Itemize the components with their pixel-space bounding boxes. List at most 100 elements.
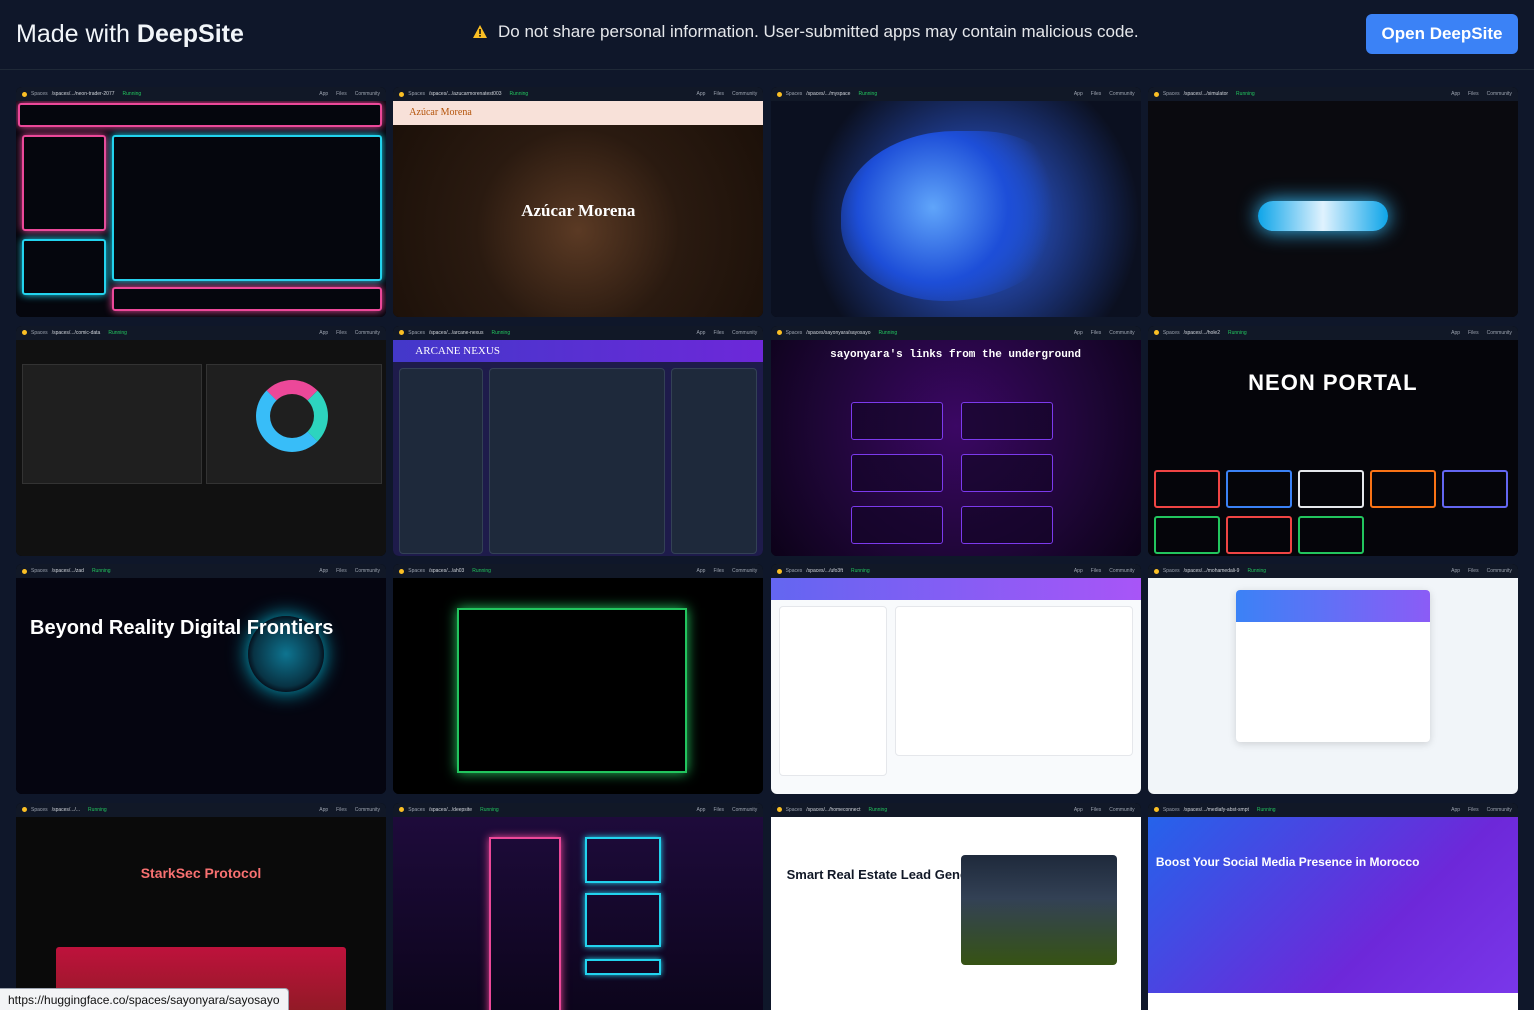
space-path[interactable]: /spaces/.../ufo3ft — [806, 568, 843, 574]
card-title: Boost Your Social Media Presence in Moro… — [1155, 854, 1420, 869]
tab-community[interactable]: Community — [732, 91, 757, 97]
tab-files[interactable]: Files — [1091, 91, 1102, 97]
tab-files[interactable]: Files — [1468, 807, 1479, 813]
tab-community[interactable]: Community — [1487, 91, 1512, 97]
tab-app[interactable]: App — [1074, 330, 1083, 336]
space-path[interactable]: /spaces/.../homeconnect — [806, 807, 860, 813]
tab-app[interactable]: App — [319, 91, 328, 97]
tab-app[interactable]: App — [697, 807, 706, 813]
tab-files[interactable]: Files — [1468, 91, 1479, 97]
tab-community[interactable]: Community — [1109, 568, 1134, 574]
space-preview: Beyond Reality Digital Frontiers — [16, 578, 386, 794]
tab-files[interactable]: Files — [713, 807, 724, 813]
tab-files[interactable]: Files — [1091, 568, 1102, 574]
spaces-label: Spaces — [408, 329, 425, 336]
space-path[interactable]: /spaces/.../mediafy-abst-smpt — [1184, 807, 1249, 813]
warning-icon — [473, 25, 487, 38]
space-card[interactable]: Spaces /spaces/.../azucarmorenatest003 R… — [393, 87, 764, 317]
tab-community[interactable]: Community — [1487, 807, 1512, 813]
tab-app[interactable]: App — [1074, 807, 1083, 813]
running-badge: Running — [878, 329, 898, 336]
tab-community[interactable]: Community — [355, 91, 380, 97]
hf-logo-icon — [776, 330, 782, 335]
tab-files[interactable]: Files — [1468, 330, 1479, 336]
space-card[interactable]: Spaces /spaces/.../ah03 Running App Files… — [393, 564, 764, 794]
space-card[interactable]: Spaces /spaces/.../hole2 Running App File… — [1147, 325, 1518, 556]
space-path[interactable]: /spaces/.../zad — [52, 568, 84, 574]
tab-files[interactable]: Files — [1091, 330, 1102, 336]
hf-space-bar: Spaces /spaces/.../myspace Running App Fi… — [770, 87, 1141, 101]
tab-community[interactable]: Community — [355, 568, 380, 574]
tab-app[interactable]: App — [319, 807, 328, 813]
running-badge: Running — [122, 91, 142, 97]
tab-app[interactable]: App — [1451, 568, 1460, 574]
tab-files[interactable]: Files — [1091, 807, 1102, 813]
space-card[interactable]: Spaces /spaces/.../... Running App Files C… — [16, 802, 386, 1010]
tab-files[interactable]: Files — [713, 330, 724, 336]
space-card[interactable]: Spaces /spaces/.../deepsite Running App F… — [393, 802, 764, 1010]
spaces-label: Spaces — [785, 806, 803, 813]
hf-space-bar: Spaces /spaces/.../hole2 Running App File… — [1147, 325, 1518, 340]
tab-community[interactable]: Community — [355, 330, 380, 336]
tab-app[interactable]: App — [319, 568, 328, 574]
space-card[interactable]: Spaces /spaces/.../neon-trader-2077 Runn… — [16, 87, 386, 317]
space-card[interactable]: Spaces /spaces/.../myspace Running App Fi… — [770, 87, 1141, 317]
space-path[interactable]: /spaces/.../comic-data — [52, 330, 101, 336]
tab-community[interactable]: Community — [1487, 330, 1512, 336]
space-path[interactable]: /spaces/.../simulator — [1184, 91, 1228, 97]
space-path[interactable]: /spaces/.../mohamedali-9 — [1184, 568, 1240, 574]
tab-files[interactable]: Files — [713, 568, 724, 574]
tab-files[interactable]: Files — [336, 807, 347, 813]
space-path[interactable]: /spaces/.../deepsite — [429, 807, 472, 813]
space-card[interactable]: Spaces /spaces/.../mohamedali-9 Running … — [1147, 564, 1518, 794]
tab-app[interactable]: App — [1451, 330, 1460, 336]
space-card[interactable]: Spaces /spaces/.../ufo3ft Running App Fil… — [770, 564, 1141, 794]
tab-app[interactable]: App — [697, 330, 706, 336]
tab-app[interactable]: App — [1451, 807, 1460, 813]
space-card[interactable]: Spaces /spaces/.../simulator Running App… — [1147, 87, 1518, 317]
hf-logo-icon — [776, 91, 782, 97]
hf-logo-icon — [399, 568, 405, 574]
space-card[interactable]: Spaces /spaces/.../zad Running App Files C… — [16, 564, 386, 794]
space-card[interactable]: Spaces /spaces/.../arcane-nexus Running … — [393, 325, 764, 556]
tab-files[interactable]: Files — [1468, 568, 1479, 574]
tab-community[interactable]: Community — [355, 807, 380, 813]
space-path[interactable]: /spaces/.../hole2 — [1184, 330, 1220, 336]
space-card[interactable]: Spaces /spaces/.../comic-data Running Ap… — [16, 325, 386, 556]
hf-space-bar: Spaces /spaces/.../neon-trader-2077 Runn… — [16, 87, 386, 101]
tab-files[interactable]: Files — [713, 91, 724, 97]
space-path[interactable]: /spaces/.../myspace — [806, 91, 850, 97]
space-path[interactable]: /spaces/.../... — [52, 807, 80, 813]
space-path[interactable]: /spaces/.../neon-trader-2077 — [52, 91, 115, 97]
tab-community[interactable]: Community — [1109, 330, 1134, 336]
tab-app[interactable]: App — [319, 330, 328, 336]
spaces-label: Spaces — [31, 91, 48, 97]
tab-app[interactable]: App — [697, 568, 706, 574]
tab-community[interactable]: Community — [1109, 91, 1134, 97]
tab-community[interactable]: Community — [1109, 807, 1134, 813]
space-path[interactable]: /spaces/.../azucarmorenatest003 — [429, 91, 502, 97]
space-path[interactable]: /spaces/.../arcane-nexus — [429, 330, 483, 336]
tab-community[interactable]: Community — [732, 330, 757, 336]
tab-files[interactable]: Files — [336, 330, 347, 336]
space-card[interactable]: Spaces /spaces/.../homeconnect Running A… — [770, 802, 1141, 1010]
brand-name: DeepSite — [136, 20, 244, 48]
hf-space-bar: Spaces /spaces/sayonyara/sayosayo Runnin… — [770, 325, 1141, 340]
tab-community[interactable]: Community — [1487, 568, 1512, 574]
tab-app[interactable]: App — [1074, 91, 1083, 97]
space-preview: Smart Real Estate Lead Generation — [770, 816, 1141, 1010]
tab-app[interactable]: App — [697, 91, 706, 97]
tab-community[interactable]: Community — [732, 568, 757, 574]
tab-app[interactable]: App — [1451, 91, 1460, 97]
tab-app[interactable]: App — [1074, 568, 1083, 574]
space-path[interactable]: /spaces/.../ah03 — [429, 568, 464, 574]
open-deepsite-button[interactable]: Open DeepSite — [1366, 14, 1518, 54]
tab-files[interactable]: Files — [336, 91, 347, 97]
tab-files[interactable]: Files — [336, 568, 347, 574]
space-card[interactable]: Spaces /spaces/.../mediafy-abst-smpt Run… — [1147, 802, 1518, 1010]
tab-community[interactable]: Community — [732, 807, 757, 813]
space-path[interactable]: /spaces/sayonyara/sayosayo — [806, 330, 870, 336]
space-preview — [393, 816, 764, 1010]
space-card[interactable]: Spaces /spaces/sayonyara/sayosayo Runnin… — [770, 325, 1141, 556]
brand-prefix: Made with — [16, 20, 130, 48]
